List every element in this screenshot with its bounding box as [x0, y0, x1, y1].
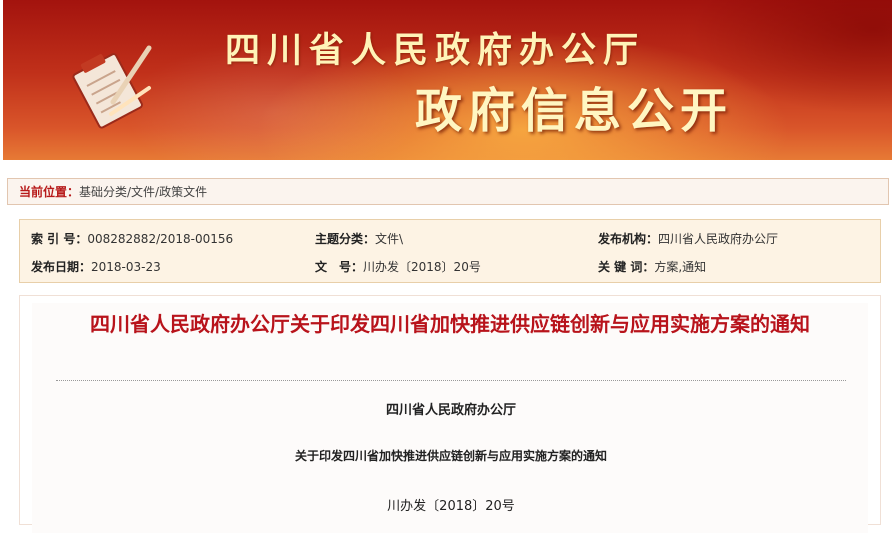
- topic-category: 主题分类：文件\: [315, 230, 403, 247]
- docno-value: 川办发〔2018〕20号: [363, 260, 481, 274]
- publisher-value: 四川省人民政府办公厅: [658, 232, 779, 246]
- category-value: 文件\: [375, 232, 404, 246]
- keywords-label: 关 键 词：: [598, 260, 655, 274]
- breadcrumb-label: 当前位置：: [19, 185, 80, 199]
- index-number: 索 引 号：008282882/2018-00156: [31, 230, 233, 247]
- header-banner: 四川省人民政府办公厅 政府信息公开: [3, 0, 892, 160]
- document-metadata: 索 引 号：008282882/2018-00156 主题分类：文件\ 发布机构…: [19, 219, 881, 283]
- clipboard-pen-icon: [72, 45, 152, 129]
- keywords-value: 方案,通知: [654, 260, 707, 274]
- docno-label: 文 号：: [315, 260, 364, 274]
- index-label: 索 引 号：: [31, 232, 88, 246]
- keywords: 关 键 词：方案,通知: [598, 258, 706, 275]
- publisher: 发布机构：四川省人民政府办公厅: [598, 230, 778, 247]
- document-title: 四川省人民政府办公厅关于印发四川省加快推进供应链创新与应用实施方案的通知: [90, 312, 810, 336]
- document-number-line: 川办发〔2018〕20号: [387, 499, 515, 514]
- document-issuer: 四川省人民政府办公厅: [385, 403, 516, 418]
- banner-main-title: 政府信息公开: [415, 84, 733, 139]
- date-label: 发布日期：: [31, 260, 92, 274]
- index-value: 008282882/2018-00156: [87, 232, 234, 246]
- document-subtitle: 关于印发四川省加快推进供应链创新与应用实施方案的通知: [294, 449, 607, 463]
- breadcrumb: 当前位置：基础分类/文件/政策文件: [7, 178, 889, 205]
- banner-org-title: 四川省人民政府办公厅: [225, 31, 646, 71]
- title-divider: [56, 380, 846, 381]
- breadcrumb-path[interactable]: 基础分类/文件/政策文件: [79, 185, 207, 199]
- document-number: 文 号：川办发〔2018〕20号: [315, 258, 481, 275]
- publisher-label: 发布机构：: [598, 232, 659, 246]
- date-value: 2018-03-23: [91, 260, 161, 274]
- category-label: 主题分类：: [315, 232, 376, 246]
- publish-date: 发布日期：2018-03-23: [31, 258, 161, 275]
